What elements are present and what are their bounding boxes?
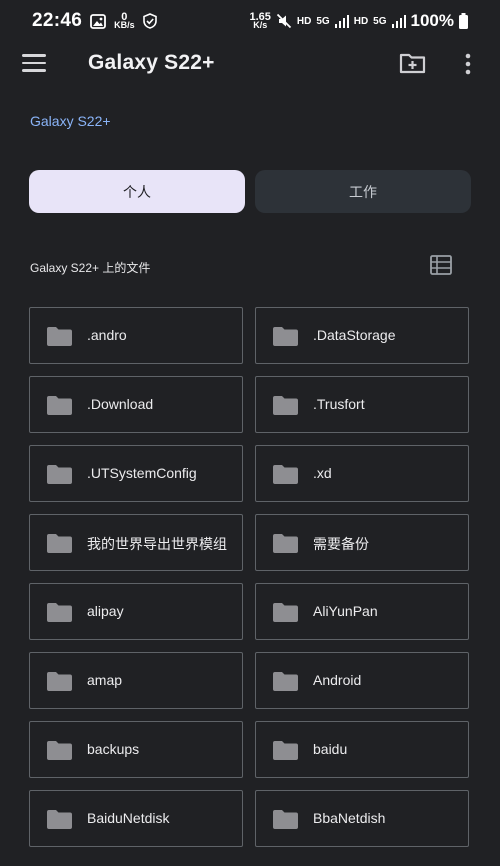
section-label: Galaxy S22+ 上的文件	[30, 261, 151, 275]
breadcrumb[interactable]: Galaxy S22+	[30, 113, 111, 129]
folder-item[interactable]: .andro	[29, 307, 243, 364]
folder-name: .Download	[87, 396, 154, 412]
folder-item[interactable]: BaiduNetdisk	[29, 790, 243, 847]
folder-icon	[47, 396, 72, 415]
folder-name: alipay	[87, 603, 124, 619]
folder-item[interactable]: 需要备份	[255, 514, 469, 571]
network-type-1: 5G	[316, 15, 330, 27]
folder-name: .UTSystemConfig	[87, 465, 197, 481]
folder-item[interactable]: .UTSystemConfig	[29, 445, 243, 502]
list-view-icon[interactable]	[430, 255, 452, 275]
folder-item[interactable]: backups	[29, 721, 243, 778]
status-bar-left: 22:46 0 KB/s	[32, 10, 157, 32]
more-vert-icon[interactable]	[460, 52, 476, 76]
folder-name: AliYunPan	[313, 603, 378, 619]
gallery-icon	[90, 13, 107, 29]
folder-icon	[273, 396, 298, 415]
status-bar: 22:46 0 KB/s 1.65 K/s HD 5G HD 5G 100%	[0, 0, 500, 42]
folder-item[interactable]: Android	[255, 652, 469, 709]
folder-name: 需要备份	[313, 536, 369, 552]
folder-icon	[273, 810, 298, 829]
folder-name: .andro	[87, 327, 127, 343]
tab-work[interactable]: 工作	[255, 170, 471, 213]
page-title: Galaxy S22+	[88, 51, 215, 74]
signal-icon-1	[334, 14, 349, 28]
folder-item[interactable]: .Download	[29, 376, 243, 433]
tab-personal[interactable]: 个人	[29, 170, 245, 213]
folder-icon	[273, 534, 298, 553]
shield-check-icon	[142, 13, 157, 29]
folder-name: Android	[313, 672, 362, 688]
folder-name: .DataStorage	[313, 327, 396, 343]
data-speed-right: 1.65 K/s	[249, 11, 271, 30]
folder-item[interactable]: AliYunPan	[255, 583, 469, 640]
hamburger-menu-icon[interactable]	[22, 54, 46, 74]
folder-item[interactable]: alipay	[29, 583, 243, 640]
folder-icon	[273, 672, 298, 691]
folder-name: baidu	[313, 741, 348, 757]
folder-item[interactable]: amap	[29, 652, 243, 709]
folder-icon	[47, 603, 72, 622]
folder-item[interactable]: BbaNetdish	[255, 790, 469, 847]
battery-icon	[459, 13, 468, 29]
folder-item[interactable]: .DataStorage	[255, 307, 469, 364]
folder-icon	[273, 741, 298, 760]
mute-icon	[276, 13, 292, 29]
folder-icon	[47, 327, 72, 346]
folder-icon	[47, 810, 72, 829]
folder-name: backups	[87, 741, 140, 757]
folder-icon	[47, 465, 72, 484]
folder-icon	[273, 603, 298, 622]
hd-label-1: HD	[296, 15, 312, 27]
folder-icon	[273, 327, 298, 346]
folder-icon	[47, 672, 72, 691]
folder-icon	[273, 465, 298, 484]
folder-item[interactable]: baidu	[255, 721, 469, 778]
battery-level: 100%	[410, 11, 454, 30]
status-bar-right: 1.65 K/s HD 5G HD 5G 100%	[249, 11, 468, 31]
network-type-2: 5G	[373, 15, 387, 27]
folder-name: BaiduNetdisk	[87, 810, 170, 826]
data-speed-left: 0 KB/s	[114, 11, 135, 30]
folder-name: 我的世界导出世界模组	[87, 536, 227, 552]
folder-name: .xd	[313, 465, 332, 481]
folder-name: .Trusfort	[313, 396, 365, 412]
hd-label-2: HD	[353, 15, 369, 27]
folder-name: BbaNetdish	[313, 810, 386, 826]
folder-icon	[47, 534, 72, 553]
folder-icon	[47, 741, 72, 760]
folder-item[interactable]: .Trusfort	[255, 376, 469, 433]
status-time: 22:46	[32, 10, 83, 31]
app-bar: Galaxy S22+	[0, 42, 500, 86]
folder-item[interactable]: .xd	[255, 445, 469, 502]
signal-icon-2	[391, 14, 406, 28]
folder-item[interactable]: 我的世界导出世界模组	[29, 514, 243, 571]
folder-name: amap	[87, 672, 123, 688]
new-folder-icon[interactable]	[399, 51, 427, 75]
